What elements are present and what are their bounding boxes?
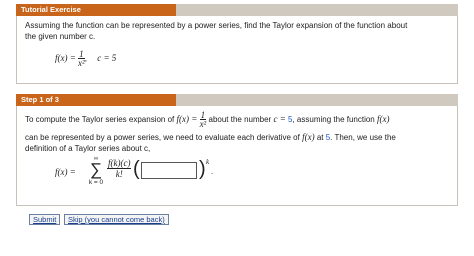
close-paren: ) [199, 158, 206, 180]
c-value: c = 5 [97, 53, 117, 63]
sum-lower-limit: k = 0 [88, 179, 104, 186]
prompt-line-2: the given number c. [25, 32, 96, 41]
power-k: k [206, 158, 210, 166]
step-header-bar: Step 1 of 3 [16, 94, 458, 106]
step-panel: To compute the Taylor series expansion o… [16, 106, 458, 225]
formula-period: . [211, 167, 214, 176]
step-header: Step 1 of 3 [16, 94, 176, 106]
submit-button[interactable]: Submit [29, 214, 61, 225]
step-line-1: To compute the Taylor series expansion o… [25, 110, 390, 130]
open-paren: ( [133, 158, 140, 180]
fx-fraction: 1 x² [78, 49, 85, 69]
skip-button[interactable]: Skip (you cannot come back) [64, 214, 169, 225]
sigma-icon: ∑ [89, 160, 103, 179]
series-lhs: f(x) = [55, 167, 76, 177]
coefficient-fraction: f(k)(c) k! [107, 158, 132, 179]
step-line-3: definition of a Taylor series about c, [25, 144, 151, 153]
fx-label: f(x) = [55, 53, 76, 63]
exercise-panel: Assuming the function can be represented… [16, 16, 458, 84]
function-definition: f(x) = 1 x² , c = 5 [55, 49, 117, 69]
exercise-header: Tutorial Exercise [16, 4, 176, 16]
step-fraction: 1 x² [199, 110, 207, 130]
answer-input[interactable] [141, 162, 197, 179]
exercise-header-bar: Tutorial Exercise [16, 4, 458, 16]
